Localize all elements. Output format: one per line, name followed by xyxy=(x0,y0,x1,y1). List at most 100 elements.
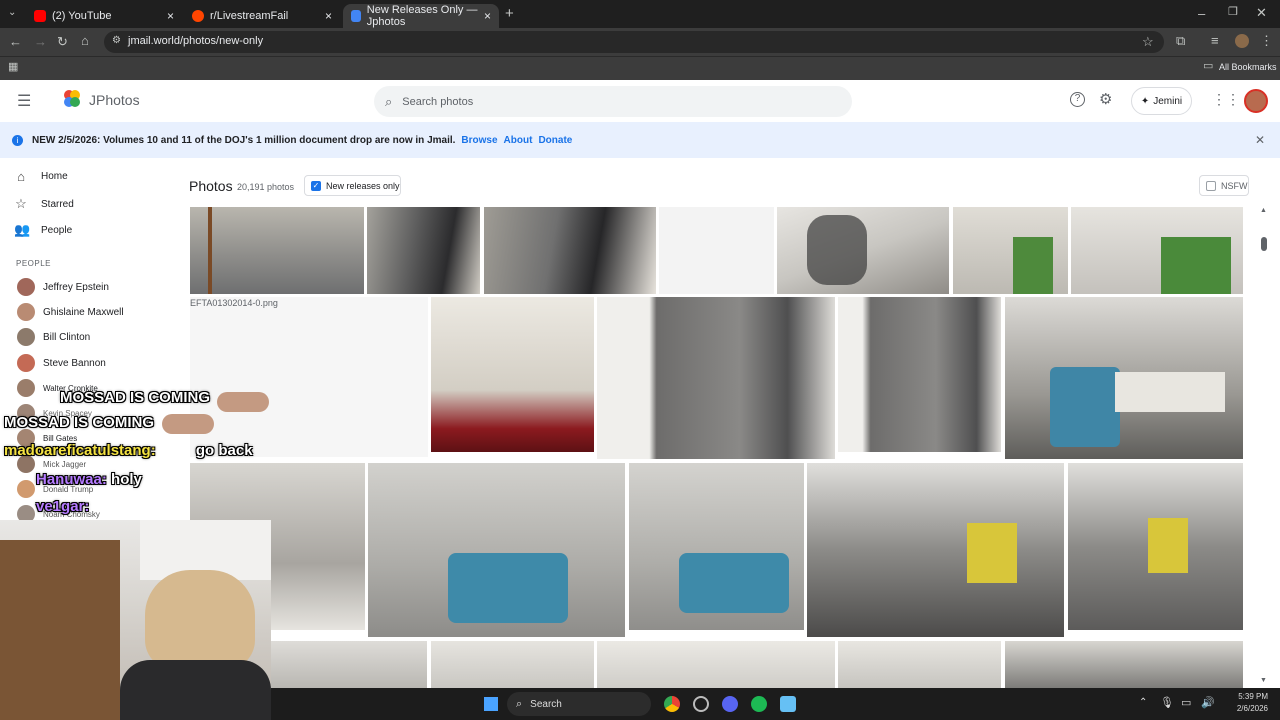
apps-grid-icon[interactable]: ⋮⋮ xyxy=(1212,91,1240,108)
search-input[interactable]: Search photos xyxy=(402,96,473,108)
media-icon[interactable]: ≡ xyxy=(1211,34,1219,47)
minimize-icon[interactable]: – xyxy=(1198,7,1205,20)
sidebar-item-starred[interactable]: ☆ Starred xyxy=(14,196,74,212)
photo-thumbnail[interactable] xyxy=(1068,463,1243,630)
close-tab-icon[interactable]: × xyxy=(167,9,174,23)
spotify-icon[interactable] xyxy=(751,696,767,712)
photo-thumbnail[interactable] xyxy=(484,207,656,294)
photo-thumbnail[interactable] xyxy=(597,641,835,688)
maximize-icon[interactable]: ❐ xyxy=(1228,7,1238,18)
menu-icon[interactable]: ⋮ xyxy=(1260,34,1273,47)
windows-start-icon[interactable] xyxy=(484,697,498,711)
close-icon[interactable]: ✕ xyxy=(1255,133,1265,147)
announcement-banner: i NEW 2/5/2026: Volumes 10 and 11 of the… xyxy=(0,122,1280,158)
microphone-icon[interactable]: 🎙 xyxy=(1160,696,1174,709)
people-icon: 👥 xyxy=(14,222,31,237)
photo-thumbnail[interactable] xyxy=(1005,297,1243,459)
site-info-icon[interactable]: ⚙ xyxy=(112,36,121,46)
close-tab-icon[interactable]: × xyxy=(484,9,491,23)
extensions-icon[interactable]: ⧉ xyxy=(1176,34,1185,47)
photo-thumbnail[interactable] xyxy=(953,207,1068,294)
tab-list-icon[interactable]: ⌄ xyxy=(8,8,16,18)
tab-label: r/LivestreamFail xyxy=(210,10,289,22)
scrollbar[interactable]: ▲ ▼ xyxy=(1258,207,1270,688)
photo-thumbnail[interactable] xyxy=(431,641,594,688)
about-link[interactable]: About xyxy=(504,135,533,146)
chat-message: MOSSAD IS COMING xyxy=(4,414,155,431)
sidebar-item-home[interactable]: ⌂ Home xyxy=(14,169,68,184)
tab-label: (2) YouTube xyxy=(52,10,112,22)
home-icon[interactable]: ⌂ xyxy=(81,34,89,47)
avatar xyxy=(17,328,35,346)
checkbox-checked-icon[interactable]: ✓ xyxy=(311,180,321,191)
tab-youtube[interactable]: (2) YouTube × xyxy=(26,4,182,28)
chrome-icon[interactable] xyxy=(664,696,680,712)
browse-link[interactable]: Browse xyxy=(461,135,497,146)
avatar xyxy=(17,303,35,321)
network-icon[interactable]: ▭ xyxy=(1181,696,1191,709)
close-window-icon[interactable]: ✕ xyxy=(1256,6,1267,19)
chevron-up-icon[interactable]: ⌃ xyxy=(1139,697,1147,708)
person-steve-bannon[interactable]: Steve Bannon xyxy=(17,354,106,372)
photo-detail xyxy=(679,553,789,613)
photo-thumbnail[interactable] xyxy=(367,207,480,294)
photo-detail xyxy=(967,523,1017,583)
photo-thumbnail[interactable] xyxy=(1071,207,1243,294)
tab-jphotos[interactable]: New Releases Only — Jphotos × xyxy=(343,4,499,28)
discord-icon[interactable] xyxy=(722,696,738,712)
photo-thumbnail[interactable] xyxy=(777,207,949,294)
donate-link[interactable]: Donate xyxy=(538,135,572,146)
photo-thumbnail[interactable] xyxy=(838,297,1001,452)
person-bill-clinton[interactable]: Bill Clinton xyxy=(17,328,90,346)
tab-reddit[interactable]: r/LivestreamFail × xyxy=(184,4,340,28)
scroll-down-icon[interactable]: ▼ xyxy=(1260,677,1267,684)
address-bar[interactable]: ⚙ jmail.world/photos/new-only ☆ xyxy=(104,31,1164,53)
photo-detail xyxy=(1148,518,1188,573)
photo-thumbnail[interactable] xyxy=(597,297,835,459)
profile-avatar[interactable] xyxy=(1235,34,1249,48)
home-icon: ⌂ xyxy=(17,169,25,184)
photo-thumbnail[interactable] xyxy=(431,297,594,452)
jemini-button[interactable]: ✦ Jemini xyxy=(1131,87,1192,115)
photo-thumbnail[interactable] xyxy=(629,463,804,630)
sidebar-item-people[interactable]: 👥 People xyxy=(14,222,72,238)
apps-icon[interactable]: ▦ xyxy=(8,62,18,73)
nsfw-filter[interactable]: NSFW xyxy=(1199,175,1249,196)
new-releases-filter[interactable]: ✓ New releases only xyxy=(304,175,401,196)
emote xyxy=(162,414,214,434)
scrollbar-thumb[interactable] xyxy=(1261,237,1267,251)
photo-thumbnail[interactable] xyxy=(807,463,1064,637)
steam-icon[interactable] xyxy=(780,696,796,712)
settings-gear-icon[interactable]: ⚙ xyxy=(1099,90,1112,108)
url-text[interactable]: jmail.world/photos/new-only xyxy=(128,35,263,47)
back-icon[interactable]: ← xyxy=(9,35,22,48)
photo-thumbnail[interactable] xyxy=(368,463,625,637)
person-jeffrey-epstein[interactable]: Jeffrey Epstein xyxy=(17,278,109,296)
close-tab-icon[interactable]: × xyxy=(325,9,332,23)
taskbar-clock[interactable]: 5:39 PM xyxy=(1208,692,1268,701)
user-avatar[interactable] xyxy=(1244,89,1268,113)
new-tab-button[interactable]: + xyxy=(505,6,514,21)
steam-helper-icon[interactable] xyxy=(693,696,709,712)
photo-thumbnail[interactable] xyxy=(271,641,427,688)
photo-thumbnail[interactable] xyxy=(838,641,1001,688)
app-name[interactable]: JPhotos xyxy=(89,92,140,108)
bookmark-star-icon[interactable]: ☆ xyxy=(1142,35,1154,48)
jphotos-logo[interactable] xyxy=(62,88,82,110)
reload-icon[interactable]: ↻ xyxy=(57,35,68,48)
photo-detail xyxy=(807,215,867,285)
all-bookmarks[interactable]: All Bookmarks xyxy=(1219,62,1277,72)
search-bar[interactable]: ⌕ Search photos xyxy=(374,86,852,117)
scroll-up-icon[interactable]: ▲ xyxy=(1260,207,1267,214)
taskbar-date[interactable]: 2/6/2026 xyxy=(1208,704,1268,713)
person-ghislaine-maxwell[interactable]: Ghislaine Maxwell xyxy=(17,303,124,321)
hamburger-menu-icon[interactable]: ☰ xyxy=(17,91,31,111)
forward-icon[interactable]: → xyxy=(34,35,47,48)
photo-thumbnail[interactable] xyxy=(1005,641,1243,688)
avatar xyxy=(17,354,35,372)
checkbox-unchecked-icon[interactable] xyxy=(1206,180,1216,191)
photo-thumbnail[interactable] xyxy=(190,207,364,294)
taskbar-search[interactable]: ⌕ Search xyxy=(507,692,651,716)
help-icon[interactable]: ? xyxy=(1070,92,1085,107)
photo-thumbnail[interactable] xyxy=(659,207,774,294)
